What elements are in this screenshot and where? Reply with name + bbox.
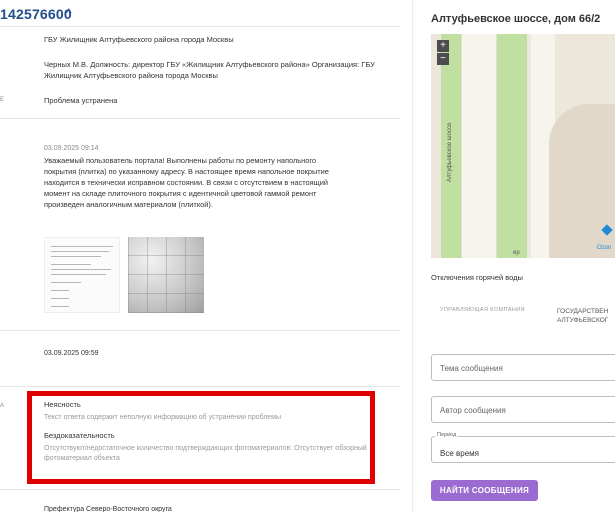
status-label: Е xyxy=(0,97,5,103)
remarks-label: А xyxy=(0,403,5,409)
period-value: Все время xyxy=(440,449,479,458)
organization-value: ГБУ Жилищник Алтуфьевского района города… xyxy=(44,35,234,44)
appeal-details-panel: 142576600 ^ ГБУ Жилищник Алтуфьевского р… xyxy=(0,0,400,512)
answer-text: Уважаемый пользователь портала! Выполнен… xyxy=(44,156,329,209)
divider xyxy=(0,386,400,387)
map[interactable]: Алтуфьевское шоссе ер Ozon + − xyxy=(431,34,615,258)
author-field[interactable]: Автор сообщения xyxy=(431,396,615,423)
prefecture-value: Префектура Северо-Восточного округа xyxy=(44,506,172,512)
map-poi-label: Ozon xyxy=(597,245,612,251)
document-thumbnail[interactable] xyxy=(44,237,120,313)
issue-description: Отсутствуют/недостаточное количество под… xyxy=(44,445,367,462)
divider xyxy=(0,489,400,490)
address-panel: Алтуфьевское шоссе, дом 66/2 Алтуфьевско… xyxy=(412,0,615,512)
divider xyxy=(0,118,400,119)
management-company-value: ГОСУДАРСТВЕН АЛТУФЬЕВСКОГ xyxy=(557,307,608,325)
address-title: Алтуфьевское шоссе, дом 66/2 xyxy=(431,13,601,25)
divider xyxy=(0,26,400,27)
topic-placeholder: Тема сообщения xyxy=(440,364,503,373)
author-placeholder: Автор сообщения xyxy=(440,406,506,415)
topic-field[interactable]: Тема сообщения xyxy=(431,354,615,381)
hot-water-heading: Отключения горячей воды xyxy=(431,273,523,282)
period-select[interactable]: Все время xyxy=(431,436,615,463)
ticket-number: 142576600 xyxy=(0,6,72,22)
zoom-in-button[interactable]: + xyxy=(437,40,449,52)
management-company-line: ГОСУДАРСТВЕН xyxy=(557,308,609,315)
floor-photo-thumbnail[interactable] xyxy=(128,237,204,313)
responsible-value: Черных М.В. Должность: директор ГБУ «Жил… xyxy=(44,60,375,80)
issue-description: Текст ответа содержит неполную информаци… xyxy=(44,414,282,421)
road xyxy=(461,34,497,258)
issue-title: Бездоказательность xyxy=(44,431,115,440)
issue-title: Неясность xyxy=(44,400,81,409)
map-road-fragment: ер xyxy=(513,250,520,256)
closed-date: 03.09.2025 09:59 xyxy=(44,350,99,357)
chevron-up-icon[interactable]: ^ xyxy=(66,6,72,20)
answer-date: 03.09.2025 09:14 xyxy=(44,145,99,152)
search-messages-button[interactable]: НАЙТИ СООБЩЕНИЯ xyxy=(431,480,538,501)
map-road-label: Алтуфьевское шоссе xyxy=(447,122,453,182)
period-label: Период xyxy=(435,432,459,438)
status-value: Проблема устранена xyxy=(44,96,118,105)
zoom-out-button[interactable]: − xyxy=(437,53,449,65)
divider xyxy=(0,330,400,331)
management-company-label: УПРАВЛЯЮЩАЯ КОМПАНИЯ xyxy=(440,307,526,313)
building xyxy=(549,104,615,258)
management-company-line: АЛТУФЬЕВСКОГ xyxy=(557,317,609,324)
